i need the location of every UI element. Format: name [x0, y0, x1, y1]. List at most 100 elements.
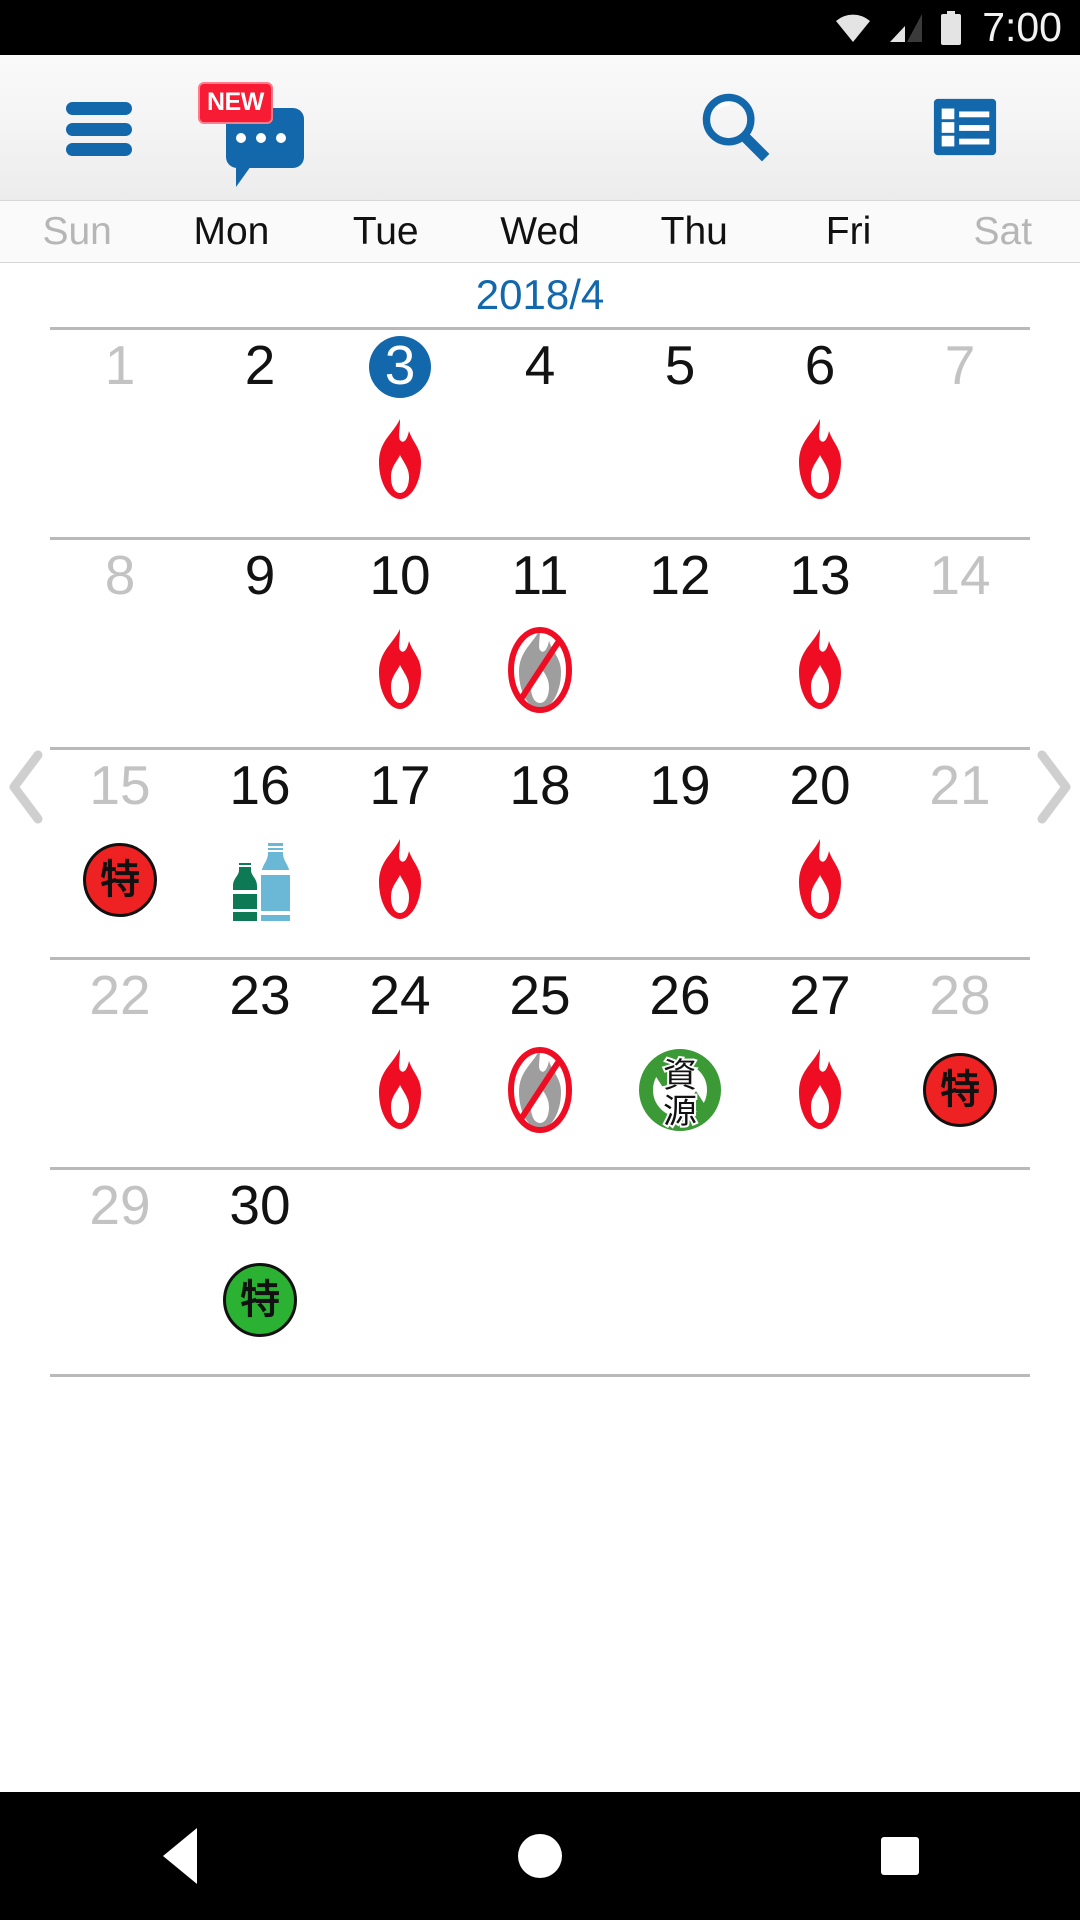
calendar-day-cell[interactable]: 13: [750, 540, 890, 747]
recycle-icon: 資源: [637, 1047, 723, 1134]
cellular-signal-icon: [889, 13, 923, 43]
day-number: 17: [369, 754, 431, 816]
recents-icon: [881, 1837, 919, 1875]
calendar-day-cell[interactable]: 27: [750, 960, 890, 1167]
back-button[interactable]: [120, 1792, 240, 1920]
new-badge: NEW: [198, 82, 273, 124]
calendar-day-cell[interactable]: 12: [610, 540, 750, 747]
calendar-day-cell[interactable]: 9: [190, 540, 330, 747]
day-number: 12: [649, 544, 711, 606]
flame-icon: [369, 1047, 431, 1133]
calendar-day-cell[interactable]: 8: [50, 540, 190, 747]
calendar-day-cell[interactable]: 2: [190, 330, 330, 537]
day-event-icons: [470, 1045, 610, 1135]
day-number: 14: [929, 544, 991, 606]
calendar-day-cell[interactable]: 19: [610, 750, 750, 957]
weekday-sat: Sat: [973, 210, 1033, 253]
day-event-icons: [750, 625, 890, 715]
weekday-sun: Sun: [42, 210, 112, 253]
calendar-day-cell[interactable]: 4: [470, 330, 610, 537]
back-icon: [163, 1828, 197, 1884]
list-view-button[interactable]: [910, 83, 1020, 175]
calendar-day-cell[interactable]: 21: [890, 750, 1030, 957]
bottles-icon: [219, 837, 301, 923]
calendar-day-cell[interactable]: 14: [890, 540, 1030, 747]
day-number: 1: [104, 334, 136, 396]
weekday-fri: Fri: [825, 210, 872, 253]
day-event-icons: [330, 835, 470, 925]
day-event-icons: [750, 1045, 890, 1135]
hamburger-menu-button[interactable]: [44, 83, 154, 175]
prev-month-button[interactable]: [0, 745, 54, 829]
calendar-day-cell[interactable]: 22: [50, 960, 190, 1167]
wifi-icon: [834, 13, 872, 43]
calendar-day-cell[interactable]: 11: [470, 540, 610, 747]
flame-icon: [789, 837, 851, 923]
no-flame-icon: [497, 627, 583, 713]
calendar-day-cell[interactable]: 16: [190, 750, 330, 957]
day-number: 25: [509, 964, 571, 1026]
weekday-wed: Wed: [500, 210, 580, 253]
calendar-day-cell[interactable]: 20: [750, 750, 890, 957]
calendar-day-cell[interactable]: 23: [190, 960, 330, 1167]
day-number: 23: [229, 964, 291, 1026]
weekday-mon: Mon: [193, 210, 270, 253]
day-number: 11: [511, 544, 569, 606]
day-number: 22: [89, 964, 151, 1026]
home-button[interactable]: [480, 1792, 600, 1920]
calendar-day-cell[interactable]: 6: [750, 330, 890, 537]
day-number: 4: [524, 334, 556, 396]
calendar-day-cell[interactable]: 25: [470, 960, 610, 1167]
chevron-right-icon: [1037, 750, 1071, 824]
calendar-day-cell[interactable]: 24: [330, 960, 470, 1167]
day-number: 9: [244, 544, 276, 606]
day-event-icons: 特: [50, 835, 190, 925]
calendar-day-cell[interactable]: 7: [890, 330, 1030, 537]
day-event-icons: [330, 625, 470, 715]
calendar-day-cell[interactable]: 29: [50, 1170, 190, 1374]
day-number: 20: [789, 754, 851, 816]
month-label[interactable]: 2018/4: [476, 271, 604, 318]
recents-button[interactable]: [840, 1792, 960, 1920]
calendar-day-cell[interactable]: 26 資源: [610, 960, 750, 1167]
calendar-week-row: 8 9 10 11 12 13 14: [50, 537, 1030, 747]
calendar-day-cell[interactable]: 3: [330, 330, 470, 537]
day-number: 24: [369, 964, 431, 1026]
list-view-icon: [931, 93, 999, 166]
day-event-icons: [470, 625, 610, 715]
calendar-day-cell[interactable]: 15 特: [50, 750, 190, 957]
calendar-day-cell[interactable]: 5: [610, 330, 750, 537]
day-number: 26: [649, 964, 711, 1026]
next-month-button[interactable]: [1026, 745, 1080, 829]
day-event-icons: [750, 835, 890, 925]
day-number: 28: [929, 964, 991, 1026]
toku-badge-red: 特: [83, 843, 157, 917]
day-event-icons: 資源: [610, 1045, 750, 1135]
day-number: 29: [89, 1174, 151, 1236]
battery-icon: [940, 10, 962, 45]
search-button[interactable]: [680, 83, 790, 175]
calendar-day-cell[interactable]: 28 特: [890, 960, 1030, 1167]
calendar-day-cell[interactable]: 18: [470, 750, 610, 957]
day-number: 3: [384, 334, 416, 396]
day-number: 18: [509, 754, 571, 816]
calendar-week-row: 22 23 24 25 26 資源 27 28 特: [50, 957, 1030, 1167]
calendar-day-cell[interactable]: 1: [50, 330, 190, 537]
app-toolbar: NEW: [0, 55, 1080, 201]
svg-text:源: 源: [663, 1092, 697, 1132]
day-number: 2: [244, 334, 276, 396]
calendar-app-screen: 7:00 NEW Sun Mon Tue Wed Thu Fri Sat 201…: [0, 0, 1080, 1920]
weekday-tue: Tue: [352, 210, 419, 253]
calendar-day-cell[interactable]: 30 特: [190, 1170, 330, 1374]
chat-button[interactable]: NEW: [198, 75, 320, 187]
svg-text:資: 資: [663, 1056, 697, 1096]
flame-icon: [369, 627, 431, 713]
no-flame-icon: [497, 1047, 583, 1133]
calendar-day-cell[interactable]: 10: [330, 540, 470, 747]
calendar-empty-cell: [330, 1170, 470, 1374]
flame-icon: [789, 1047, 851, 1133]
calendar-week-row: 29 30 特: [50, 1167, 1030, 1377]
flame-icon: [369, 417, 431, 503]
day-number: 21: [929, 754, 991, 816]
calendar-day-cell[interactable]: 17: [330, 750, 470, 957]
